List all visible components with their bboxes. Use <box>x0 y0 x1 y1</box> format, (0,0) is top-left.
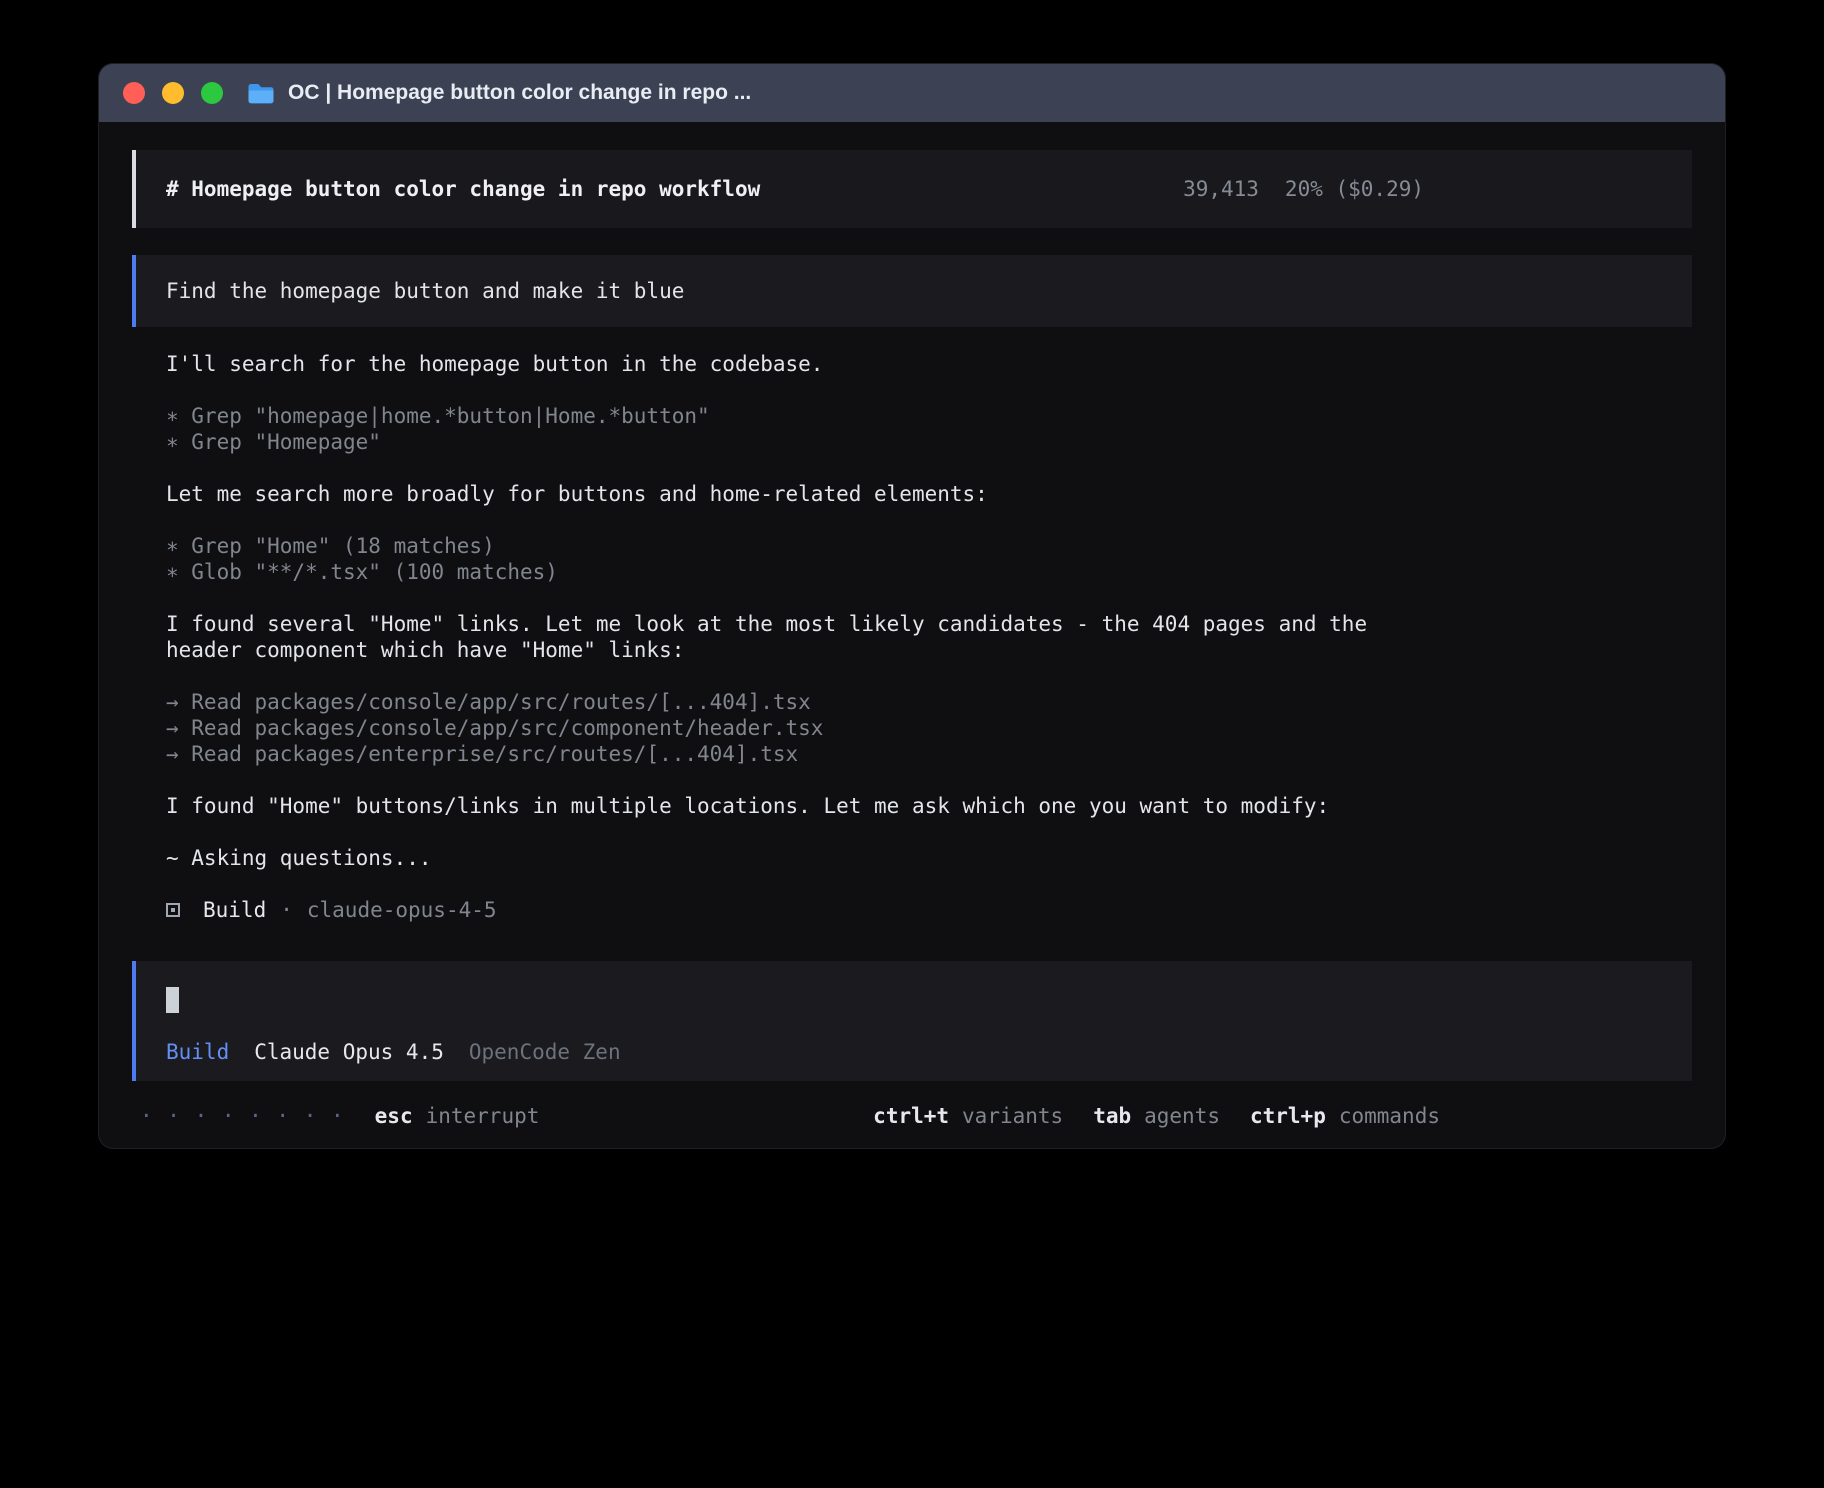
shortcut-interrupt[interactable]: esc interrupt <box>375 1103 540 1129</box>
terminal-window: OC | Homepage button color change in rep… <box>99 64 1725 1148</box>
assistant-response: I'll search for the homepage button in t… <box>132 351 1692 923</box>
user-message: Find the homepage button and make it blu… <box>132 255 1692 327</box>
variants-label: variants <box>962 1103 1063 1129</box>
tool-call-group: → Read packages/console/app/src/routes/[… <box>166 689 1692 767</box>
separator-dot: · <box>280 897 293 923</box>
user-message-text: Find the homepage button and make it blu… <box>166 279 684 303</box>
folder-icon <box>247 82 275 105</box>
input-provider-label: OpenCode Zen <box>469 1039 621 1065</box>
tool-call-grep: ∗ Grep "homepage|home.*button|Home.*butt… <box>166 403 1692 429</box>
desktop-background: OC | Homepage button color change in rep… <box>0 0 1824 1488</box>
tool-call-read: → Read packages/enterprise/src/routes/[.… <box>166 741 1692 767</box>
spinner-dots: · · · · · · · · <box>140 1103 345 1129</box>
agent-mode-label[interactable]: Build <box>166 1039 229 1065</box>
commands-label: commands <box>1339 1103 1440 1129</box>
close-button[interactable] <box>123 82 145 104</box>
tool-call-grep: ∗ Grep "Homepage" <box>166 429 1692 455</box>
assistant-text: I found "Home" buttons/links in multiple… <box>166 793 1411 819</box>
minimize-button[interactable] <box>162 82 184 104</box>
session-header: # Homepage button color change in repo w… <box>132 150 1692 228</box>
ctrl-p-key[interactable]: ctrl+p <box>1250 1103 1326 1129</box>
tool-call-read: → Read packages/console/app/src/routes/[… <box>166 689 1692 715</box>
shortcut-commands[interactable]: ctrl+p commands <box>1250 1103 1440 1129</box>
tool-call-grep: ∗ Grep "Home" (18 matches) <box>166 533 1692 559</box>
agent-status-line: Build · claude-opus-4-5 <box>166 897 1692 923</box>
context-cost: 20% ($0.29) <box>1285 176 1424 202</box>
agents-label: agents <box>1144 1103 1220 1129</box>
status-bar-right: ctrl+t variants tab agents ctrl+p comman… <box>873 1103 1440 1129</box>
prompt-input[interactable]: Build Claude Opus 4.5 OpenCode Zen <box>132 961 1692 1081</box>
text-cursor <box>166 987 179 1013</box>
window-titlebar[interactable]: OC | Homepage button color change in rep… <box>99 64 1725 122</box>
terminal-content: # Homepage button color change in repo w… <box>99 122 1725 1129</box>
shortcut-variants[interactable]: ctrl+t variants <box>873 1103 1063 1129</box>
tab-key[interactable]: tab <box>1093 1103 1131 1129</box>
session-title: # Homepage button color change in repo w… <box>166 176 760 202</box>
tool-call-group: ∗ Grep "homepage|home.*button|Home.*butt… <box>166 403 1692 455</box>
traffic-lights <box>123 82 223 104</box>
agent-name: Build <box>203 897 266 923</box>
shortcut-agents[interactable]: tab agents <box>1093 1103 1220 1129</box>
ctrl-t-key[interactable]: ctrl+t <box>873 1103 949 1129</box>
esc-label: interrupt <box>426 1103 540 1129</box>
status-bar: · · · · · · · · esc interrupt ctrl+t var… <box>132 1103 1440 1129</box>
session-stats: 39,413 20% ($0.29) <box>1183 176 1424 202</box>
token-count: 39,413 <box>1183 176 1259 202</box>
input-model-label[interactable]: Claude Opus 4.5 <box>254 1039 444 1065</box>
agent-status-icon <box>166 903 180 917</box>
tool-call-read: → Read packages/console/app/src/componen… <box>166 715 1692 741</box>
input-status-row: Build Claude Opus 4.5 OpenCode Zen <box>166 1039 1662 1065</box>
tool-call-glob: ∗ Glob "**/*.tsx" (100 matches) <box>166 559 1692 585</box>
assistant-text: Let me search more broadly for buttons a… <box>166 481 1411 507</box>
model-name: claude-opus-4-5 <box>307 897 497 923</box>
window-title: OC | Homepage button color change in rep… <box>288 81 751 105</box>
esc-key[interactable]: esc <box>375 1103 413 1129</box>
assistant-text: I found several "Home" links. Let me loo… <box>166 611 1411 663</box>
assistant-text: I'll search for the homepage button in t… <box>166 351 1411 377</box>
window-title-group: OC | Homepage button color change in rep… <box>247 81 751 105</box>
assistant-working-status: ~ Asking questions... <box>166 845 1411 871</box>
status-bar-left: · · · · · · · · esc interrupt <box>132 1103 539 1129</box>
tool-call-group: ∗ Grep "Home" (18 matches) ∗ Glob "**/*.… <box>166 533 1692 585</box>
zoom-button[interactable] <box>201 82 223 104</box>
